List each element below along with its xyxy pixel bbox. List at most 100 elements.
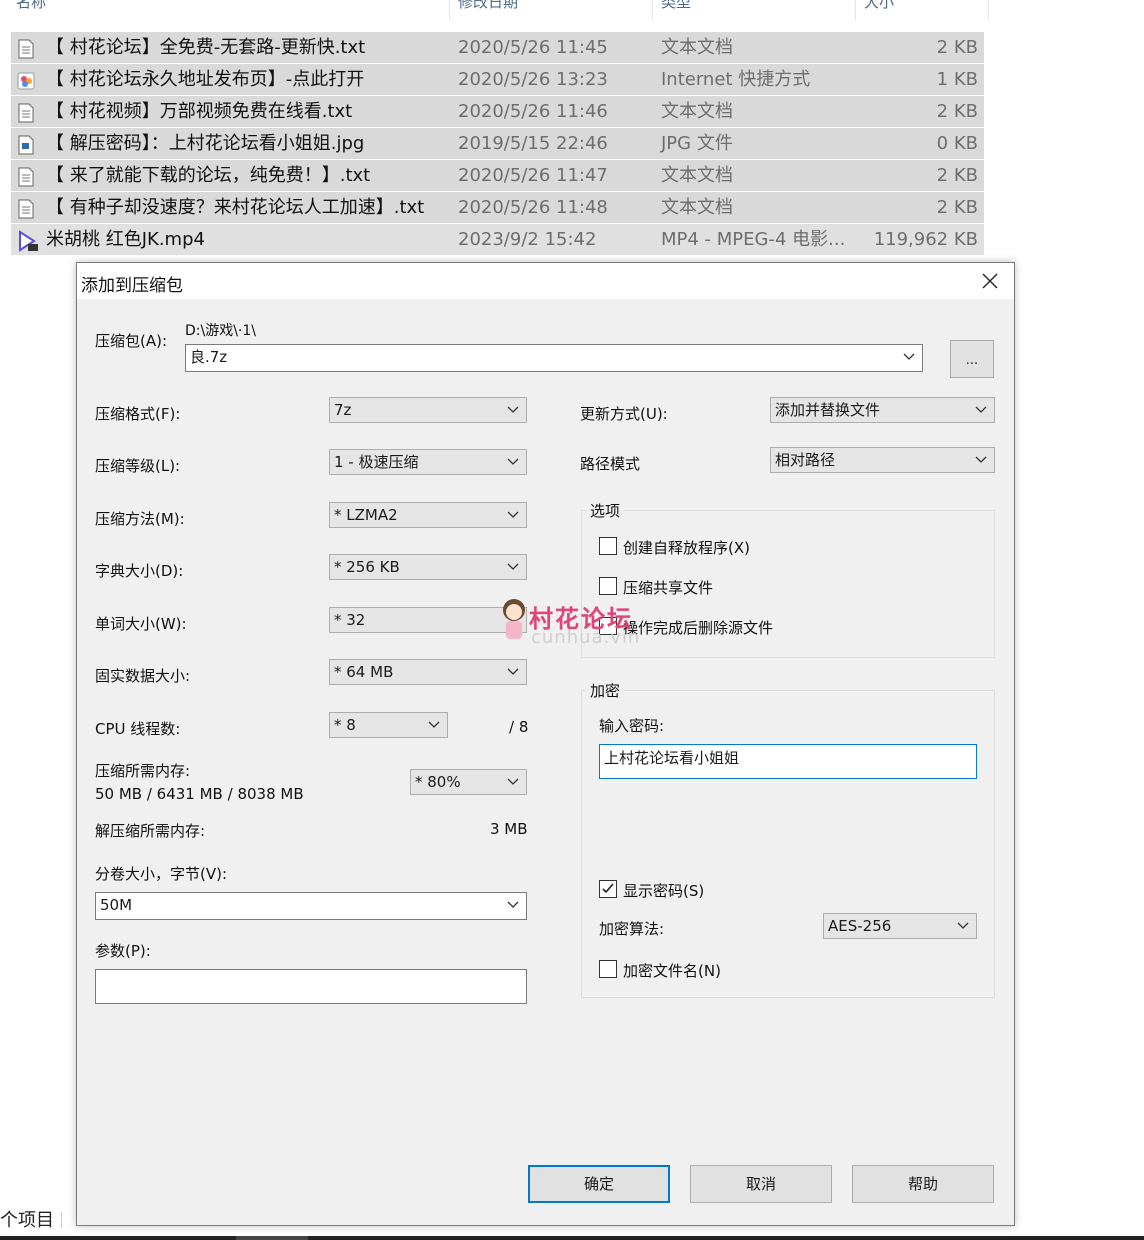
dict-label: 字典大小(D): — [95, 562, 184, 580]
file-row[interactable]: 【 解压密码】：上村花论坛看小姐姐.jpg 2019/5/15 22:46 JP… — [11, 128, 984, 159]
status-item-count: 个项目 — [0, 1210, 54, 1231]
close-button[interactable] — [972, 266, 1008, 296]
file-name: 【 来了就能下载的论坛，纯免费！】.txt — [46, 165, 371, 186]
path-mode-value: 相对路径 — [775, 451, 836, 469]
memory-label: 压缩所需内存: — [95, 762, 191, 780]
chevron-down-icon — [957, 922, 969, 929]
file-type: 文本文档 — [661, 37, 733, 58]
decompress-memory-value: 3 MB — [490, 820, 528, 838]
format-label: 压缩格式(F): — [95, 405, 181, 423]
cpu-value: * 8 — [334, 716, 356, 734]
cpu-select[interactable]: * 8 — [329, 712, 448, 738]
file-size: 119,962 KB — [873, 229, 978, 250]
encrypt-names-label[interactable]: 加密文件名(N) — [623, 960, 721, 981]
file-size: 2 KB — [936, 101, 978, 122]
update-label: 更新方式(U): — [580, 405, 668, 423]
archive-name-combo[interactable]: 良.7z — [185, 344, 923, 372]
chevron-down-icon — [428, 721, 440, 728]
algorithm-select[interactable]: AES-256 — [823, 913, 977, 939]
level-select[interactable]: 1 - 极速压缩 — [329, 449, 527, 475]
sfx-label[interactable]: 创建自释放程序(X) — [623, 537, 750, 558]
file-type: JPG 文件 — [661, 133, 733, 154]
cpu-label: CPU 线程数: — [95, 720, 181, 738]
taskbar-edge — [0, 1236, 1144, 1240]
text-file-icon — [17, 102, 35, 123]
options-title: 选项 — [586, 500, 625, 521]
algorithm-value: AES-256 — [828, 917, 892, 935]
params-input[interactable] — [95, 969, 527, 1004]
volume-combo[interactable]: 50M — [95, 892, 527, 920]
column-type[interactable]: 类型 — [661, 0, 691, 20]
file-name: 【 村花论坛】全免费-无套路-更新快.txt — [46, 37, 366, 58]
path-mode-label: 路径模式 — [580, 455, 641, 473]
chevron-down-icon — [507, 563, 519, 570]
file-name: 【 解压密码】：上村花论坛看小姐姐.jpg — [46, 133, 365, 154]
video-file-icon — [17, 230, 38, 252]
cancel-button[interactable]: 取消 — [690, 1165, 832, 1203]
shared-label[interactable]: 压缩共享文件 — [623, 577, 713, 598]
text-file-icon — [17, 198, 35, 219]
chevron-down-icon — [975, 456, 987, 463]
chevron-down-icon — [903, 353, 915, 360]
algorithm-label: 加密算法: — [599, 920, 665, 938]
method-value: * LZMA2 — [334, 506, 398, 524]
file-size: 2 KB — [936, 197, 978, 218]
file-name: 【 村花视频】万部视频免费在线看.txt — [46, 101, 353, 122]
file-type: MP4 - MPEG-4 电影... — [661, 229, 846, 250]
column-divider[interactable] — [449, 0, 450, 20]
password-input[interactable]: 上村花论坛看小姐姐 — [599, 744, 977, 779]
level-value: 1 - 极速压缩 — [334, 453, 419, 471]
column-name[interactable]: 名称 — [16, 0, 46, 20]
volume-label: 分卷大小，字节(V): — [95, 865, 228, 883]
file-size: 2 KB — [936, 37, 978, 58]
shared-checkbox[interactable] — [599, 577, 617, 595]
file-row[interactable]: 【 村花论坛永久地址发布页】-点此打开 2020/5/26 13:23 Inte… — [11, 64, 984, 95]
update-select[interactable]: 添加并替换文件 — [770, 397, 995, 423]
column-date[interactable]: 修改日期 — [458, 0, 518, 20]
format-value: 7z — [334, 401, 352, 419]
help-button[interactable]: 帮助 — [852, 1165, 994, 1203]
file-row[interactable]: 【 村花视频】万部视频免费在线看.txt 2020/5/26 11:46 文本文… — [11, 96, 984, 127]
column-size[interactable]: 大小 — [864, 0, 894, 20]
ok-button[interactable]: 确定 — [528, 1165, 670, 1203]
show-password-checkbox[interactable] — [599, 880, 617, 898]
column-divider[interactable] — [652, 0, 653, 20]
file-row[interactable]: 米胡桃 红色JK.mp4 2023/9/2 15:42 MP4 - MPEG-4… — [11, 224, 984, 255]
chevron-down-icon — [507, 901, 519, 908]
archive-label: 压缩包(A): — [95, 332, 168, 350]
method-select[interactable]: * LZMA2 — [329, 502, 527, 528]
file-date: 2020/5/26 11:45 — [458, 37, 608, 58]
memory-percent-select[interactable]: * 80% — [410, 769, 527, 795]
file-name: 【 有种子却没速度？来村花论坛人工加速】.txt — [46, 197, 425, 218]
add-to-archive-dialog: 添加到压缩包 压缩包(A): D:\游戏\·1\ 良.7z ... 压缩格式(F… — [76, 262, 1015, 1226]
file-size: 1 KB — [936, 69, 978, 90]
update-value: 添加并替换文件 — [775, 401, 881, 419]
file-row[interactable]: 【 村花论坛】全免费-无套路-更新快.txt 2020/5/26 11:45 文… — [11, 32, 984, 63]
file-date: 2023/9/2 15:42 — [458, 229, 597, 250]
file-type: Internet 快捷方式 — [661, 69, 811, 90]
column-divider[interactable] — [988, 0, 989, 20]
file-type: 文本文档 — [661, 197, 733, 218]
encrypt-names-checkbox[interactable] — [599, 960, 617, 978]
file-name: 米胡桃 红色JK.mp4 — [46, 229, 205, 250]
file-date: 2019/5/15 22:46 — [458, 133, 608, 154]
memory-percent-value: * 80% — [415, 773, 461, 791]
watermark: 村花论坛 cunhua.vin — [497, 597, 667, 657]
file-row[interactable]: 【 来了就能下载的论坛，纯免费！】.txt 2020/5/26 11:47 文本… — [11, 160, 984, 191]
chevron-down-icon — [507, 668, 519, 675]
column-divider[interactable] — [855, 0, 856, 20]
level-label: 压缩等级(L): — [95, 457, 181, 475]
sfx-checkbox[interactable] — [599, 537, 617, 555]
dialog-titlebar[interactable]: 添加到压缩包 — [77, 263, 1014, 299]
format-select[interactable]: 7z — [329, 397, 527, 423]
show-password-label[interactable]: 显示密码(S) — [623, 880, 704, 901]
chevron-down-icon — [507, 778, 519, 785]
file-name: 【 村花论坛永久地址发布页】-点此打开 — [46, 69, 365, 90]
browse-button[interactable]: ... — [950, 340, 994, 378]
dict-select[interactable]: * 256 KB — [329, 554, 527, 580]
dict-value: * 256 KB — [334, 558, 400, 576]
solid-value: * 64 MB — [334, 663, 394, 681]
solid-select[interactable]: * 64 MB — [329, 659, 527, 685]
path-mode-select[interactable]: 相对路径 — [770, 447, 995, 473]
file-row[interactable]: 【 有种子却没速度？来村花论坛人工加速】.txt 2020/5/26 11:48… — [11, 192, 984, 223]
